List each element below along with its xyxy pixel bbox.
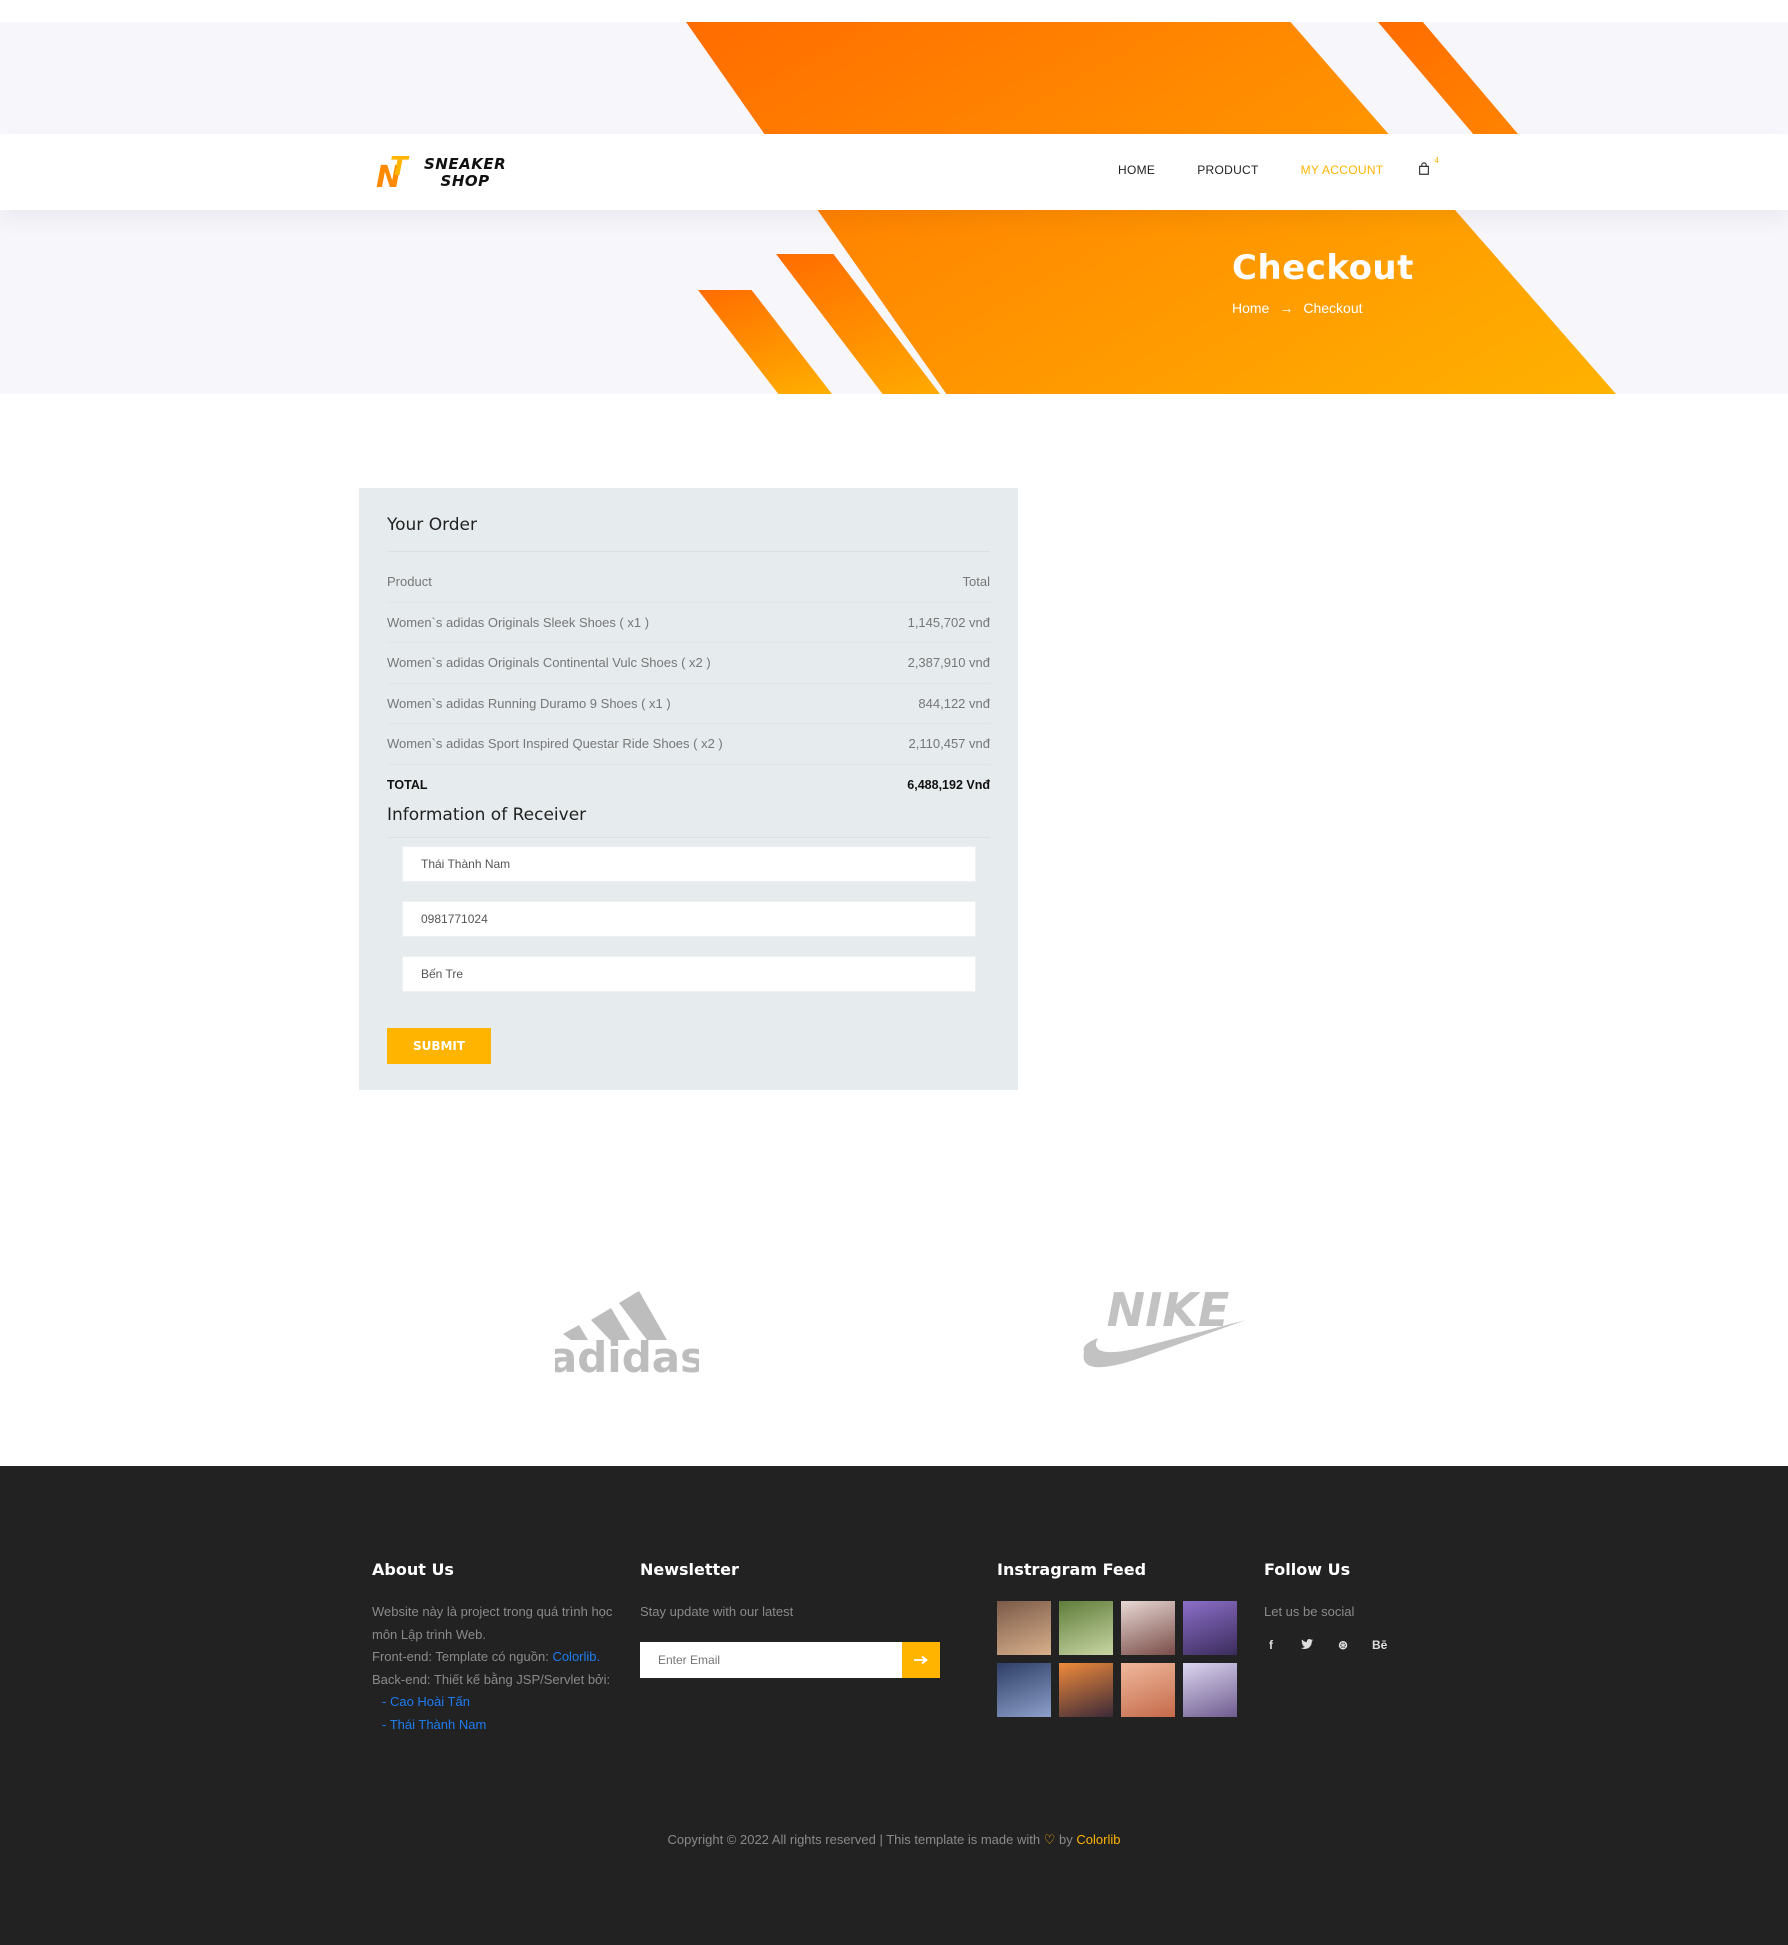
- instagram-grid: [997, 1601, 1241, 1717]
- site-header: N T SNEAKER SHOP HOME PRODUCT MY ACCOUNT…: [0, 134, 1788, 210]
- instagram-thumbnail[interactable]: [1059, 1663, 1113, 1717]
- col-product: Product: [387, 574, 432, 590]
- nav-my-account[interactable]: MY ACCOUNT: [1301, 163, 1384, 177]
- facebook-icon[interactable]: f: [1264, 1638, 1278, 1652]
- social-links: f ⊛ Bē: [1264, 1638, 1414, 1652]
- col-total: Total: [962, 574, 990, 590]
- order-item-name: Women`s adidas Originals Continental Vul…: [387, 655, 711, 671]
- banner-stripe-small-1: [698, 290, 832, 394]
- newsletter-desc: Stay update with our latest: [640, 1604, 794, 1619]
- order-table: Product Total Women`s adidas Originals S…: [387, 562, 990, 805]
- svg-text:NIKE: NIKE: [1107, 1283, 1230, 1337]
- order-item-row: Women`s adidas Running Duramo 9 Shoes ( …: [387, 684, 990, 724]
- order-total-label: TOTAL: [387, 777, 428, 792]
- author-link-2[interactable]: Thái Thành Nam: [390, 1717, 487, 1732]
- order-item-price: 2,110,457 vnđ: [908, 736, 990, 752]
- order-item-price: 2,387,910 vnđ: [907, 655, 990, 671]
- follow-title: Follow Us: [1264, 1560, 1351, 1579]
- submit-button[interactable]: SUBMIT: [387, 1028, 491, 1064]
- logo-text: SNEAKER SHOP: [424, 155, 507, 190]
- receiver-title: Information of Receiver: [387, 805, 990, 838]
- order-item-row: Women`s adidas Originals Sleek Shoes ( x…: [387, 603, 990, 643]
- copyright: Copyright © 2022 All rights reserved | T…: [667, 1832, 1121, 1847]
- order-card: Your Order Product Total Women`s adidas …: [359, 488, 1018, 1090]
- nav-home[interactable]: HOME: [1118, 163, 1155, 177]
- instagram-thumbnail[interactable]: [1183, 1601, 1237, 1655]
- behance-icon[interactable]: Bē: [1372, 1638, 1387, 1652]
- footer-instagram: Instragram Feed: [997, 1560, 1241, 1717]
- footer-about-text: Website này là project trong quá trình h…: [372, 1604, 613, 1687]
- copyright-colorlib-link[interactable]: Colorlib: [1076, 1832, 1120, 1847]
- adidas-logo[interactable]: adidas: [549, 1278, 705, 1382]
- footer-follow: Follow Us Let us be social f ⊛ Bē: [1264, 1560, 1414, 1652]
- order-total-value: 6,488,192 Vnđ: [907, 777, 990, 792]
- site-logo[interactable]: N T SNEAKER SHOP: [376, 152, 507, 195]
- breadcrumb: Home → Checkout: [1232, 300, 1414, 316]
- site-footer: About Us Website này là project trong qu…: [0, 1466, 1788, 1945]
- newsletter-form: [640, 1641, 940, 1678]
- instagram-thumbnail[interactable]: [1183, 1663, 1237, 1717]
- shopping-bag-icon: [1419, 162, 1430, 175]
- order-item-row: Women`s adidas Sport Inspired Questar Ri…: [387, 724, 990, 765]
- order-item-name: Women`s adidas Running Duramo 9 Shoes ( …: [387, 695, 671, 711]
- order-total-row: TOTAL 6,488,192 Vnđ: [387, 765, 990, 806]
- nike-logo[interactable]: NIKE: [1080, 1282, 1248, 1370]
- receiver-phone-input[interactable]: [402, 901, 976, 937]
- receiver-address-input[interactable]: [402, 956, 976, 992]
- follow-desc: Let us be social: [1264, 1604, 1355, 1619]
- cart-count-badge: 4: [1434, 156, 1439, 165]
- newsletter-submit-button[interactable]: [902, 1641, 940, 1678]
- main-nav: HOME PRODUCT MY ACCOUNT 4: [1118, 156, 1439, 178]
- footer-authors: - Cao Hoài Tấn - Thái Thành Nam: [382, 1694, 487, 1732]
- order-item-price: 1,145,702 vnđ: [907, 614, 990, 630]
- dribbble-icon[interactable]: ⊛: [1336, 1638, 1350, 1652]
- instagram-thumbnail[interactable]: [997, 1663, 1051, 1717]
- arrow-right-icon: →: [1279, 300, 1294, 316]
- footer-newsletter: Newsletter Stay update with our latest: [640, 1560, 940, 1678]
- page-title: Checkout: [1232, 248, 1414, 288]
- svg-text:adidas: adidas: [555, 1333, 699, 1374]
- footer-about-title: About Us: [372, 1560, 454, 1579]
- order-header-row: Product Total: [387, 562, 990, 603]
- colorlib-link[interactable]: Colorlib: [552, 1649, 596, 1664]
- instagram-thumbnail[interactable]: [1059, 1601, 1113, 1655]
- nav-product[interactable]: PRODUCT: [1197, 163, 1258, 177]
- heart-icon: ♡: [1043, 1832, 1056, 1847]
- banner-stripe-top-right: [1378, 22, 1518, 134]
- order-item-name: Women`s adidas Sport Inspired Questar Ri…: [387, 736, 723, 752]
- twitter-icon[interactable]: [1300, 1638, 1314, 1652]
- receiver-name-input[interactable]: [402, 846, 976, 882]
- breadcrumb-home-link[interactable]: Home: [1232, 300, 1269, 316]
- logo-mark: N T: [376, 152, 408, 195]
- instagram-thumbnail[interactable]: [1121, 1601, 1175, 1655]
- breadcrumb-current-link[interactable]: Checkout: [1303, 300, 1362, 316]
- receiver-form: [387, 838, 990, 992]
- newsletter-title: Newsletter: [640, 1560, 739, 1579]
- long-arrow-right-icon: [914, 1655, 928, 1664]
- footer-about: About Us Website này là project trong qu…: [372, 1560, 618, 1736]
- author-link-1[interactable]: Cao Hoài Tấn: [390, 1694, 470, 1709]
- instagram-thumbnail[interactable]: [997, 1601, 1051, 1655]
- order-item-name: Women`s adidas Originals Sleek Shoes ( x…: [387, 614, 650, 630]
- instagram-title: Instragram Feed: [997, 1560, 1147, 1579]
- order-title: Your Order: [387, 515, 990, 552]
- instagram-thumbnail[interactable]: [1121, 1663, 1175, 1717]
- newsletter-email-input[interactable]: [640, 1641, 902, 1678]
- order-item-price: 844,122 vnđ: [918, 695, 990, 711]
- page-heading: Checkout Home → Checkout: [1232, 248, 1414, 316]
- order-item-row: Women`s adidas Originals Continental Vul…: [387, 643, 990, 684]
- cart-button[interactable]: 4: [1417, 156, 1439, 178]
